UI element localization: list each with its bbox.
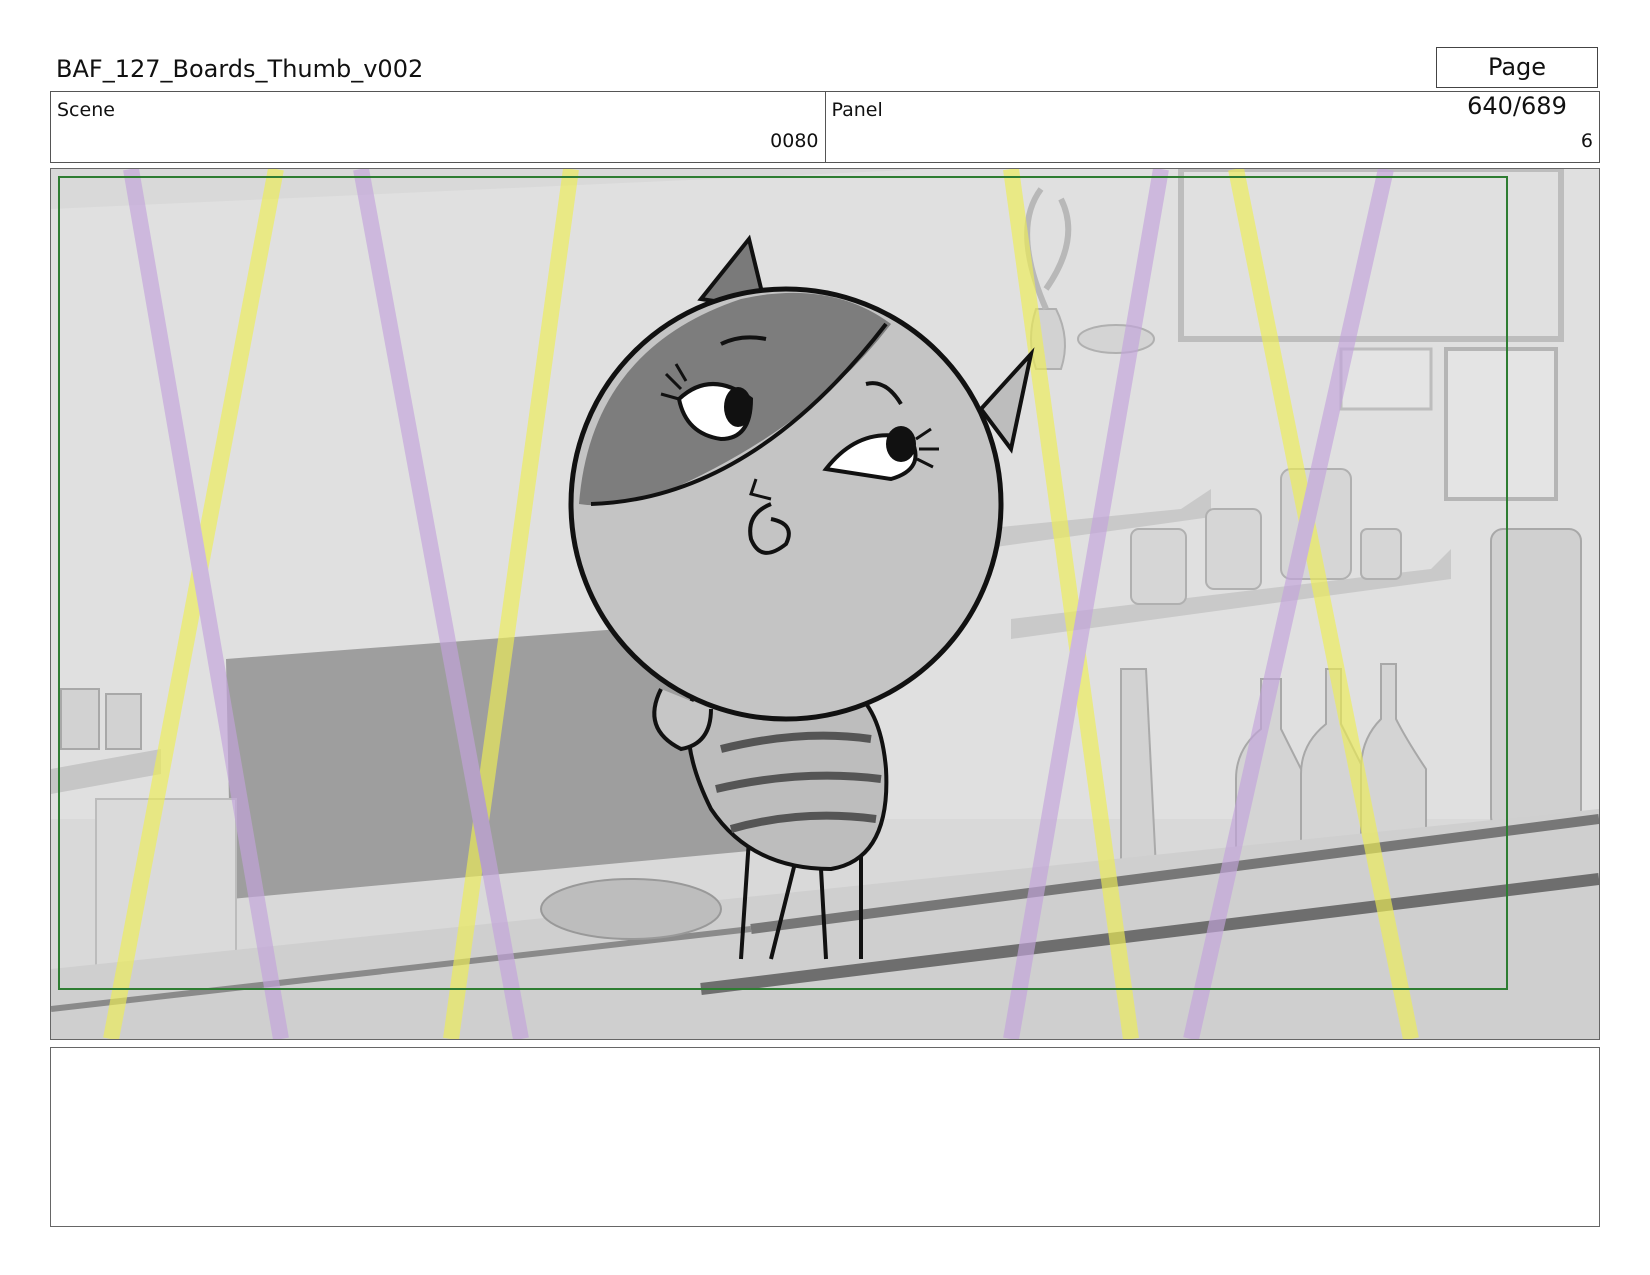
right-pupil bbox=[886, 426, 916, 462]
wall-picture bbox=[1444, 347, 1558, 501]
bowl bbox=[1077, 324, 1155, 354]
blender bbox=[1490, 528, 1582, 830]
document-title: BAF_127_Boards_Thumb_v002 bbox=[56, 55, 424, 83]
panel-label: Panel bbox=[831, 99, 883, 121]
scene-cell: Scene 0080 bbox=[51, 92, 825, 162]
page-number-box: Page 640/689 bbox=[1436, 47, 1598, 120]
scene-value: 0080 bbox=[770, 130, 819, 152]
left-jar-1 bbox=[60, 688, 100, 750]
plate-stack bbox=[540, 878, 722, 940]
small-jar bbox=[1360, 528, 1402, 580]
left-jar-2 bbox=[105, 693, 142, 750]
small-frame bbox=[1339, 347, 1433, 411]
storyboard-drawing bbox=[51, 169, 1599, 1039]
notes-box bbox=[50, 1047, 1600, 1227]
pitcher bbox=[1130, 528, 1187, 605]
scene-label: Scene bbox=[57, 99, 115, 121]
cabinet-panel-1 bbox=[95, 798, 237, 970]
panel-value: 6 bbox=[1580, 130, 1593, 152]
left-pupil bbox=[724, 387, 752, 427]
panel-cell: Panel 6 bbox=[824, 92, 1600, 162]
storyboard-panel bbox=[50, 168, 1600, 1040]
cup-stack bbox=[1205, 508, 1262, 590]
info-row: Scene 0080 Panel 6 bbox=[50, 91, 1600, 163]
